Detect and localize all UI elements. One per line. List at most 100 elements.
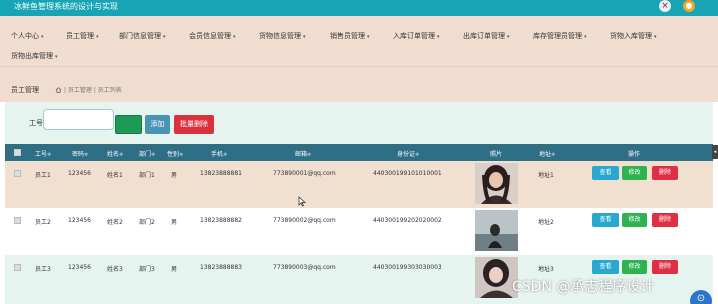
nav-label: 销售员管理: [330, 32, 365, 40]
add-button[interactable]: 添加: [145, 115, 170, 134]
sort-icon: ≑: [84, 152, 89, 158]
cell-department: 部门3: [139, 266, 155, 273]
nav-label: 货物信息管理: [259, 32, 301, 40]
cell-phone: 13823888883: [200, 264, 242, 271]
watermark: CSDN @承志程序设计: [512, 279, 655, 295]
main-nav: 个人中心 ▾ 员工管理 ▾ 部门信息管理 ▾ 会员信息管理 ▾ 货物信息管理 ▾ 销售员管…: [0, 16, 718, 66]
view-button[interactable]: 查看: [592, 213, 619, 227]
breadcrumb-bar: 员工管理 | 员工管理 | 员工列表: [0, 66, 718, 102]
home-icon[interactable]: [55, 87, 62, 93]
nav-label: 出库订单管理: [463, 32, 505, 40]
col-email[interactable]: 邮箱≑: [295, 149, 311, 158]
nav-label: 员工管理: [66, 32, 94, 40]
chevron-down-icon: ▾: [55, 54, 58, 60]
table-header: 工号≑ 密码≑ 姓名≑ 部门≑ 性别≑ 手机≑ 邮箱≑ 身份证≑ 照片 地址≑ …: [5, 144, 713, 161]
top-bar: 冰鲜鱼管理系统的设计与实现 × ●: [0, 0, 718, 16]
col-phone[interactable]: 手机≑: [211, 149, 227, 158]
chevron-down-icon: ▾: [303, 34, 306, 40]
sort-icon: ≑: [415, 152, 420, 158]
cell-email: 773890003@qq.com: [273, 264, 336, 271]
search-label: 工号: [29, 119, 43, 127]
cell-password: 123456: [68, 264, 91, 271]
edit-button[interactable]: 修改: [622, 166, 647, 180]
search-panel: 工号 添加 批量删除: [5, 102, 713, 142]
table-row: 员工2 123456 姓名2 部门2 男 13823888882 7738900…: [5, 208, 713, 255]
edit-button[interactable]: 修改: [622, 213, 647, 227]
nav-label: 个人中心: [11, 32, 39, 40]
chevron-down-icon: ▾: [233, 34, 236, 40]
side-scroll-tab[interactable]: ◂: [712, 145, 718, 159]
cell-emp-no: 员工2: [35, 219, 51, 226]
nav-item-goods[interactable]: 货物信息管理 ▾: [259, 31, 306, 41]
chevron-down-icon: ▾: [584, 34, 587, 40]
nav-item-inbound-order[interactable]: 入库订单管理 ▾: [393, 31, 440, 41]
cell-department: 部门1: [139, 172, 155, 179]
user-avatar-icon[interactable]: ●: [683, 0, 695, 12]
close-circle-icon[interactable]: ×: [659, 0, 671, 12]
nav-item-goods-outbound[interactable]: 货物出库管理 ▾: [11, 51, 58, 61]
sort-icon: ≑: [179, 152, 184, 158]
cell-id-card: 440300199303030003: [373, 264, 442, 271]
delete-button[interactable]: 删除: [652, 260, 678, 274]
cell-emp-no: 员工1: [35, 172, 51, 179]
delete-button[interactable]: 删除: [652, 213, 678, 227]
cell-name: 姓名1: [107, 172, 123, 179]
cell-email: 773890001@qq.com: [273, 170, 336, 177]
nav-item-stock-admin[interactable]: 库存管理员管理 ▾: [533, 31, 587, 41]
cell-name: 姓名3: [107, 266, 123, 273]
nav-label: 部门信息管理: [119, 32, 161, 40]
col-gender[interactable]: 性别≑: [167, 149, 183, 158]
cell-address: 地址3: [538, 266, 554, 273]
delete-button[interactable]: 删除: [652, 166, 678, 180]
cell-gender: 男: [171, 266, 178, 273]
view-button[interactable]: 查看: [592, 260, 619, 274]
edit-button[interactable]: 修改: [622, 260, 647, 274]
col-emp-no[interactable]: 工号≑: [35, 149, 51, 158]
col-department[interactable]: 部门≑: [139, 149, 155, 158]
nav-item-department[interactable]: 部门信息管理 ▾: [119, 31, 166, 41]
col-label: 密码: [72, 151, 85, 158]
cell-password: 123456: [68, 170, 91, 177]
nav-item-salesperson[interactable]: 销售员管理 ▾: [330, 31, 370, 41]
col-label: 照片: [490, 151, 503, 158]
col-password[interactable]: 密码≑: [72, 149, 88, 158]
col-id-card[interactable]: 身份证≑: [397, 149, 419, 158]
employee-photo: [475, 210, 518, 251]
search-input[interactable]: [43, 109, 114, 130]
sort-icon: ≑: [119, 152, 124, 158]
row-checkbox[interactable]: [14, 217, 21, 224]
sort-icon: ≑: [47, 152, 52, 158]
search-button[interactable]: [115, 115, 142, 134]
col-label: 手机: [211, 151, 224, 158]
cell-address: 地址2: [538, 219, 554, 226]
nav-item-goods-inbound[interactable]: 货物入库管理 ▾: [610, 31, 657, 41]
nav-item-outbound-order[interactable]: 出库订单管理 ▾: [463, 31, 510, 41]
breadcrumb: | 员工管理 | 员工列表: [55, 85, 122, 94]
nav-item-employee[interactable]: 员工管理 ▾: [66, 31, 99, 41]
nav-label: 货物出库管理: [11, 52, 53, 60]
view-button[interactable]: 查看: [592, 166, 619, 180]
nav-label: 入库订单管理: [393, 32, 435, 40]
col-label: 邮箱: [295, 151, 308, 158]
cell-password: 123456: [68, 217, 91, 224]
select-all-checkbox[interactable]: [14, 149, 21, 156]
col-label: 性别: [167, 151, 180, 158]
col-actions: 操作: [628, 149, 640, 158]
col-name[interactable]: 姓名≑: [107, 149, 123, 158]
sort-icon: ≑: [551, 152, 556, 158]
batch-delete-button[interactable]: 批量删除: [174, 115, 214, 134]
nav-item-personal-center[interactable]: 个人中心 ▾: [11, 31, 44, 41]
col-address[interactable]: 地址≑: [539, 149, 555, 158]
row-checkbox[interactable]: [14, 170, 21, 177]
row-checkbox[interactable]: [14, 264, 21, 271]
col-label: 操作: [628, 151, 641, 158]
chevron-down-icon: ▾: [163, 34, 166, 40]
nav-item-member[interactable]: 会员信息管理 ▾: [189, 31, 236, 41]
chevron-down-icon: ▾: [367, 34, 370, 40]
cell-emp-no: 员工3: [35, 266, 51, 273]
chevron-down-icon: ▾: [654, 34, 657, 40]
cell-email: 773890002@qq.com: [273, 217, 336, 224]
cell-phone: 13823888881: [200, 170, 242, 177]
cell-gender: 男: [171, 172, 178, 179]
page-title: 员工管理: [11, 86, 39, 94]
